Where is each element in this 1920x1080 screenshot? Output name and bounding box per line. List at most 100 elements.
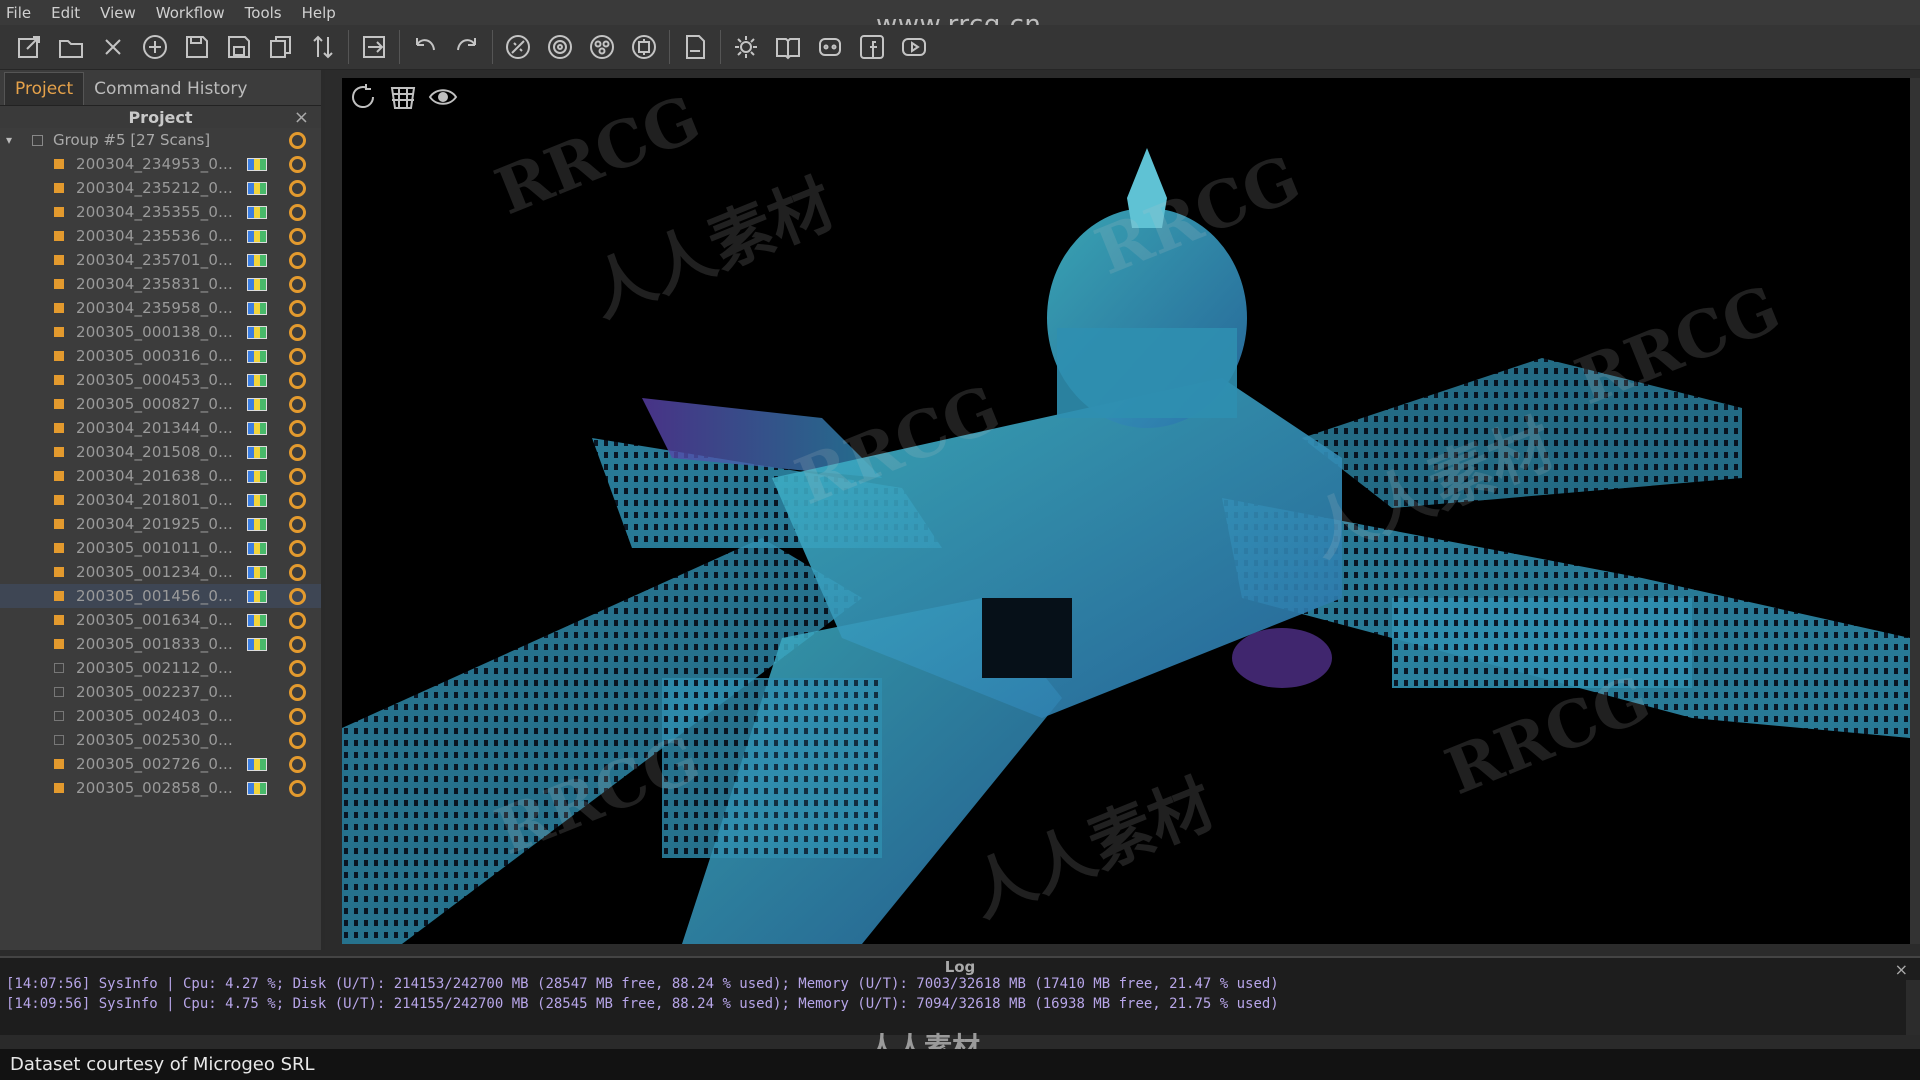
image-icon[interactable]: [247, 446, 267, 459]
scan-row[interactable]: 200305_000138_0...: [0, 320, 321, 344]
export-button[interactable]: [357, 30, 391, 64]
open-folder-button[interactable]: [54, 30, 88, 64]
scan-row[interactable]: 200305_002726_0...: [0, 752, 321, 776]
cluster-button[interactable]: [585, 30, 619, 64]
align-button[interactable]: [627, 30, 661, 64]
scan-row[interactable]: 200305_002237_0...: [0, 680, 321, 704]
ring-icon[interactable]: [289, 204, 306, 221]
scan-row[interactable]: 200305_001833_0...: [0, 632, 321, 656]
log-close-icon[interactable]: ×: [1895, 960, 1908, 979]
image-icon[interactable]: [247, 518, 267, 531]
ring-icon[interactable]: [289, 588, 306, 605]
add-button[interactable]: [138, 30, 172, 64]
scan-row[interactable]: 200304_235831_0...: [0, 272, 321, 296]
image-icon[interactable]: [247, 542, 267, 555]
scan-row[interactable]: 200305_001234_0...: [0, 560, 321, 584]
menu-help[interactable]: Help: [302, 4, 336, 22]
scan-row[interactable]: 200305_001634_0...: [0, 608, 321, 632]
copy-button[interactable]: [264, 30, 298, 64]
ring-icon[interactable]: [289, 756, 306, 773]
scan-checkbox[interactable]: [54, 279, 64, 289]
image-icon[interactable]: [247, 398, 267, 411]
target-button[interactable]: [543, 30, 577, 64]
facebook-button[interactable]: [855, 30, 889, 64]
ring-icon[interactable]: [289, 732, 306, 749]
menu-tools[interactable]: Tools: [245, 4, 282, 22]
scan-row[interactable]: 200305_002112_0...: [0, 656, 321, 680]
image-icon[interactable]: [247, 470, 267, 483]
settings-button[interactable]: [729, 30, 763, 64]
scan-row[interactable]: 200304_201508_0...: [0, 440, 321, 464]
image-icon[interactable]: [247, 566, 267, 579]
scan-row[interactable]: 200304_235701_0...: [0, 248, 321, 272]
ring-icon[interactable]: [289, 276, 306, 293]
ring-icon[interactable]: [289, 300, 306, 317]
ring-icon[interactable]: [289, 540, 306, 557]
ring-icon[interactable]: [289, 348, 306, 365]
scan-checkbox[interactable]: [54, 255, 64, 265]
manual-button[interactable]: [771, 30, 805, 64]
save-as-button[interactable]: [222, 30, 256, 64]
menu-view[interactable]: View: [100, 4, 136, 22]
redo-button[interactable]: [450, 30, 484, 64]
scan-checkbox[interactable]: [54, 159, 64, 169]
ring-icon[interactable]: [289, 660, 306, 677]
scan-checkbox[interactable]: [54, 399, 64, 409]
chevron-down-icon[interactable]: ▾: [6, 133, 20, 147]
image-icon[interactable]: [247, 182, 267, 195]
image-icon[interactable]: [247, 638, 267, 651]
ring-icon[interactable]: [289, 708, 306, 725]
scan-row[interactable]: 200304_201801_0...: [0, 488, 321, 512]
scan-row[interactable]: 200304_235958_0...: [0, 296, 321, 320]
ring-icon[interactable]: [289, 372, 306, 389]
scan-row[interactable]: 200304_235212_0...: [0, 176, 321, 200]
tab-project[interactable]: Project: [4, 72, 85, 105]
scan-row[interactable]: 200305_002530_0...: [0, 728, 321, 752]
image-icon[interactable]: [247, 230, 267, 243]
group-checkbox[interactable]: [32, 134, 43, 146]
scan-row[interactable]: 200305_001456_0...: [0, 584, 321, 608]
scan-checkbox[interactable]: [54, 615, 64, 625]
ring-icon[interactable]: [289, 156, 306, 173]
scan-row[interactable]: 200304_201925_0...: [0, 512, 321, 536]
scan-row[interactable]: 200305_000827_0...: [0, 392, 321, 416]
scan-checkbox[interactable]: [54, 231, 64, 241]
scan-row[interactable]: 200304_235355_0...: [0, 200, 321, 224]
scan-row[interactable]: 200305_000316_0...: [0, 344, 321, 368]
scan-checkbox[interactable]: [54, 183, 64, 193]
register-button[interactable]: [501, 30, 535, 64]
scan-checkbox[interactable]: [54, 543, 64, 553]
pdf-report-button[interactable]: [678, 30, 712, 64]
scan-row[interactable]: 200305_001011_0...: [0, 536, 321, 560]
image-icon[interactable]: [247, 374, 267, 387]
image-icon[interactable]: [247, 206, 267, 219]
clip-box-icon[interactable]: [388, 82, 418, 112]
discord-button[interactable]: [813, 30, 847, 64]
scan-checkbox[interactable]: [54, 303, 64, 313]
visibility-icon[interactable]: [428, 82, 458, 112]
ring-icon[interactable]: [289, 564, 306, 581]
ring-icon[interactable]: [289, 468, 306, 485]
image-icon[interactable]: [247, 494, 267, 507]
scan-row[interactable]: 200304_201638_0...: [0, 464, 321, 488]
scan-checkbox[interactable]: [54, 735, 64, 745]
image-icon[interactable]: [247, 422, 267, 435]
scan-checkbox[interactable]: [54, 447, 64, 457]
scan-checkbox[interactable]: [54, 471, 64, 481]
ring-icon[interactable]: [289, 228, 306, 245]
scan-row[interactable]: 200304_234953_0...: [0, 152, 321, 176]
scan-checkbox[interactable]: [54, 207, 64, 217]
scan-checkbox[interactable]: [54, 711, 64, 721]
image-icon[interactable]: [247, 158, 267, 171]
image-icon[interactable]: [247, 350, 267, 363]
image-icon[interactable]: [247, 590, 267, 603]
3d-viewport[interactable]: RRCG RRCG RRCG RRCG RRCG RRCG 人人素材 人人素材 …: [342, 78, 1910, 944]
image-icon[interactable]: [247, 758, 267, 771]
ring-icon[interactable]: [289, 612, 306, 629]
sort-button[interactable]: [306, 30, 340, 64]
tab-command-history[interactable]: Command History: [84, 73, 257, 105]
ring-icon[interactable]: [289, 780, 306, 797]
scan-checkbox[interactable]: [54, 687, 64, 697]
menu-edit[interactable]: Edit: [51, 4, 80, 22]
menu-file[interactable]: File: [6, 4, 31, 22]
